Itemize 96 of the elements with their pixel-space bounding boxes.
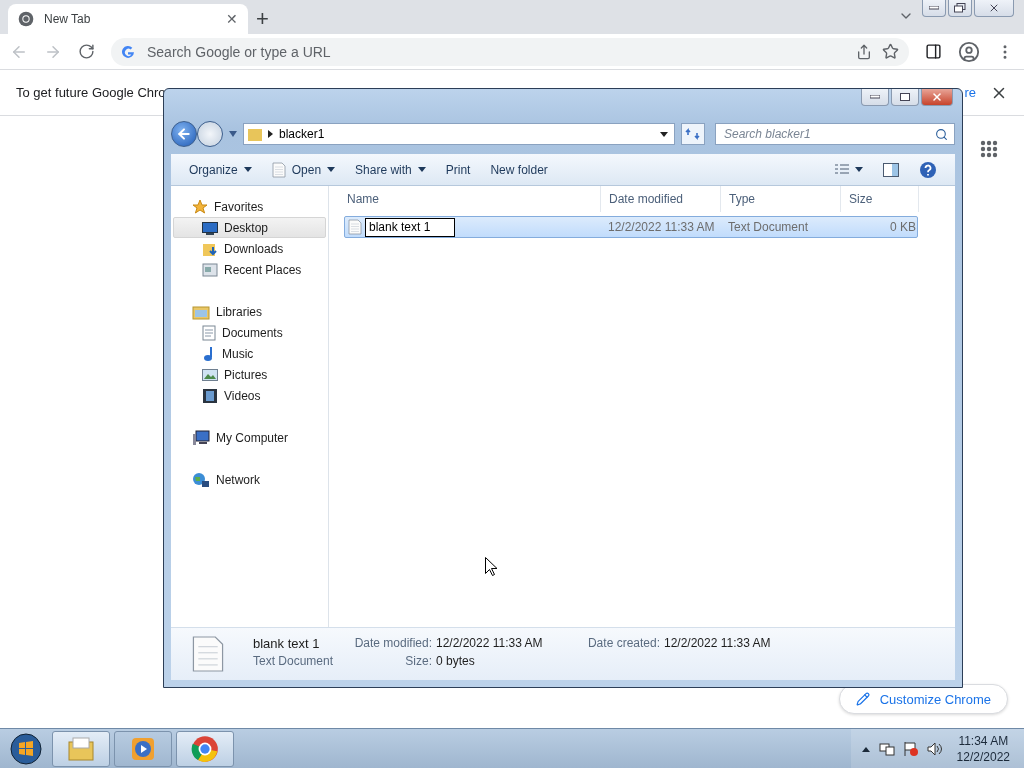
refresh-arrows-icon	[685, 127, 701, 141]
caret-icon	[855, 167, 863, 172]
file-type: Text Document	[253, 654, 335, 670]
property-value: 12/2/2022 11:33 AM	[664, 636, 772, 652]
browser-tab[interactable]: New Tab ✕	[8, 4, 248, 34]
restore-icon	[954, 3, 966, 13]
address-bar[interactable]: blacker1	[243, 123, 675, 145]
command-button[interactable]: Print	[437, 157, 479, 182]
customize-chrome-button[interactable]: Customize Chrome	[838, 684, 1008, 714]
omnibox[interactable]: Search Google or type a URL	[111, 37, 909, 66]
property-label: Size:	[404, 654, 432, 670]
breadcrumb-arrow-icon	[268, 130, 273, 138]
pencil-icon	[855, 692, 870, 706]
minimize-icon	[929, 6, 939, 10]
media-player-taskbar-button[interactable]	[114, 730, 172, 767]
share-icon[interactable]	[856, 43, 872, 60]
apps-grid-icon[interactable]	[980, 140, 998, 158]
picture-frame-icon	[202, 367, 218, 382]
text-file-icon	[348, 219, 362, 235]
side-panel-icon[interactable]	[925, 43, 942, 60]
nav-item[interactable]: Downloads	[173, 238, 326, 259]
column-header[interactable]: Type	[721, 186, 841, 212]
column-header[interactable]: Size	[841, 186, 919, 212]
refresh-button[interactable]	[681, 123, 705, 145]
nav-item[interactable]: Network	[173, 469, 326, 490]
recent-pages-caret-icon[interactable]	[229, 131, 237, 137]
date-cell-text: 12/2/2022 11:33 AM	[607, 220, 716, 234]
property-label: Date modified:	[353, 636, 432, 652]
size-cell-text: 0 KB	[889, 220, 917, 234]
folder-icon	[248, 127, 262, 141]
profile-icon[interactable]	[958, 40, 980, 63]
nav-item[interactable]: Desktop	[173, 217, 326, 238]
nav-item[interactable]: Libraries	[173, 301, 326, 322]
bookmark-star-icon[interactable]	[882, 43, 899, 60]
list-view-icon	[835, 163, 849, 176]
omnibox-field[interactable]: Search Google or type a URL	[145, 42, 846, 61]
maximize-button[interactable]	[891, 89, 919, 106]
nav-item[interactable]: My Computer	[173, 427, 326, 448]
maximize-icon	[900, 93, 910, 101]
file-row[interactable]: blank text 1 12/2/2022 11:33 AM Text Document 0 KB	[344, 216, 918, 238]
minimize-icon	[870, 95, 880, 99]
search-box[interactable]: Search blacker1	[715, 123, 955, 145]
library-folder-icon	[192, 303, 210, 320]
dropdown-caret-icon[interactable]	[660, 131, 668, 137]
flag-error-icon[interactable]	[902, 740, 919, 757]
nav-item[interactable]: Videos	[173, 385, 326, 406]
windows-logo-icon	[10, 732, 42, 765]
command-button[interactable]: Share with	[347, 157, 434, 182]
computer-icon	[192, 429, 210, 446]
folder-icon	[67, 735, 95, 762]
preview-pane-icon	[883, 162, 899, 177]
star-icon	[192, 198, 208, 215]
chrome-logo-icon	[18, 11, 34, 27]
close-tab-button[interactable]: ✕	[226, 11, 238, 27]
property-value: 0 bytes	[436, 654, 476, 670]
property-value: 12/2/2022 11:33 AM	[436, 636, 544, 652]
infobar-link[interactable]: re	[964, 85, 976, 100]
nav-item[interactable]: Favorites	[173, 196, 326, 217]
help-icon	[919, 160, 937, 179]
nav-item[interactable]: Pictures	[173, 364, 326, 385]
document-icon	[202, 324, 216, 341]
command-button[interactable]: New folder	[482, 157, 556, 182]
command-button[interactable]: Organize	[181, 157, 260, 182]
monitor-icon	[202, 220, 218, 235]
close-icon	[931, 91, 943, 103]
network-status-icon[interactable]	[878, 740, 895, 757]
network-globe-icon	[192, 471, 210, 488]
close-icon	[988, 2, 1000, 14]
notepad-icon	[271, 161, 286, 178]
volume-icon[interactable]	[926, 740, 943, 757]
column-header[interactable]: Name	[339, 186, 601, 212]
back-button[interactable]	[171, 121, 197, 147]
command-button[interactable]: Open	[263, 157, 344, 182]
chrome-taskbar-button[interactable]	[176, 730, 234, 767]
recent-places-icon	[202, 261, 218, 278]
nav-item[interactable]: Recent Places	[173, 259, 326, 280]
column-header[interactable]: Date modified	[601, 186, 721, 212]
tab-title: New Tab	[44, 12, 92, 26]
film-strip-icon	[202, 387, 218, 404]
rename-field[interactable]: blank text 1	[365, 217, 455, 237]
file-name: blank text 1	[253, 636, 321, 653]
type-cell-text: Text Document	[727, 220, 810, 234]
nav-item[interactable]: Documents	[173, 322, 326, 343]
chrome-logo-icon	[191, 734, 219, 763]
close-window-button[interactable]	[921, 89, 953, 106]
play-icon	[130, 735, 156, 762]
google-g-icon	[121, 44, 135, 59]
property-label: Date created:	[586, 636, 660, 652]
reload-icon[interactable]	[78, 43, 95, 60]
nav-item[interactable]: Music	[173, 343, 326, 364]
search-icon	[935, 127, 948, 141]
restore-button[interactable]	[948, 0, 972, 17]
forward-button[interactable]	[197, 121, 223, 147]
new-tab-button[interactable]: +	[256, 4, 269, 34]
mouse-pointer-icon	[485, 557, 497, 576]
text-file-icon	[191, 634, 225, 674]
